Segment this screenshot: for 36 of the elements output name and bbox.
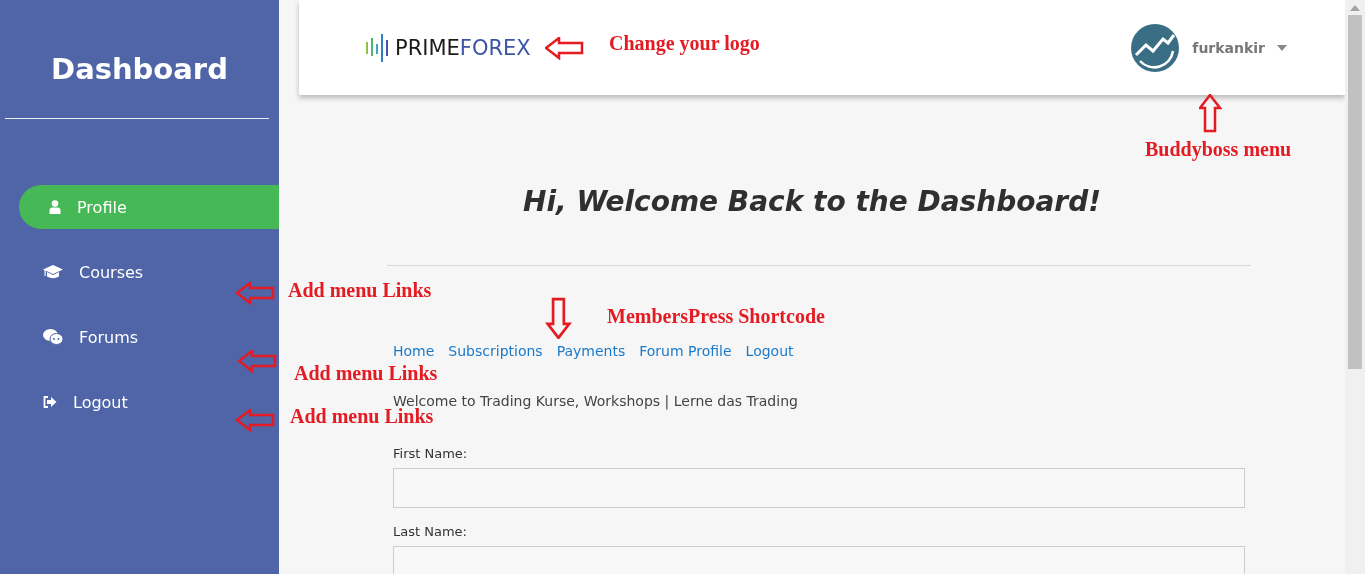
scrollbar[interactable] [1345,0,1365,574]
account-nav-link[interactable]: Logout [745,343,794,359]
input-field[interactable] [393,546,1245,574]
logout-icon [43,396,57,408]
field-label: First Name: [393,446,469,461]
arrow-icon [236,282,275,305]
annotation-text: MembersPress Shortcode [607,305,825,328]
account-nav-link[interactable]: Subscriptions [448,343,543,359]
annotation-text: Change your logo [609,32,760,55]
annotation-text: Add menu Links [288,279,432,302]
account-nav-link[interactable]: Home [393,343,435,359]
account-nav-link[interactable]: Payments [556,343,626,359]
chat-icon [43,329,63,345]
arrow-icon [236,409,275,432]
sidebar-item[interactable]: Profile [19,185,279,229]
sidebar-item[interactable]: Forums [19,315,279,359]
annotation-text: Add menu Links [294,362,438,385]
graduation-cap-icon [43,265,63,279]
caret-icon[interactable] [1277,44,1287,51]
username[interactable]: furkankir [1192,39,1265,56]
arrow-icon [545,37,584,60]
field-label: Last Name: [393,524,468,539]
sidebar-item[interactable]: Courses [19,250,279,294]
sidebar-item[interactable]: Logout [19,380,279,424]
arrow-icon [1199,94,1222,133]
welcome-heading: Hi, Welcome Back to the Dashboard! [522,185,1102,218]
bars-icon [365,31,389,64]
account-nav-link[interactable]: Forum Profile [639,343,732,359]
annotation-text: Buddyboss menu [1145,138,1292,161]
user-icon [49,200,61,214]
scroll-up-icon[interactable] [1350,4,1360,12]
logo-wordmark: PRIMEFOREX [395,35,532,60]
avatar-icon[interactable] [1130,22,1181,73]
arrow-icon [238,350,277,373]
sidebar-title: Dashboard [50,51,229,88]
input-field[interactable] [393,468,1245,508]
